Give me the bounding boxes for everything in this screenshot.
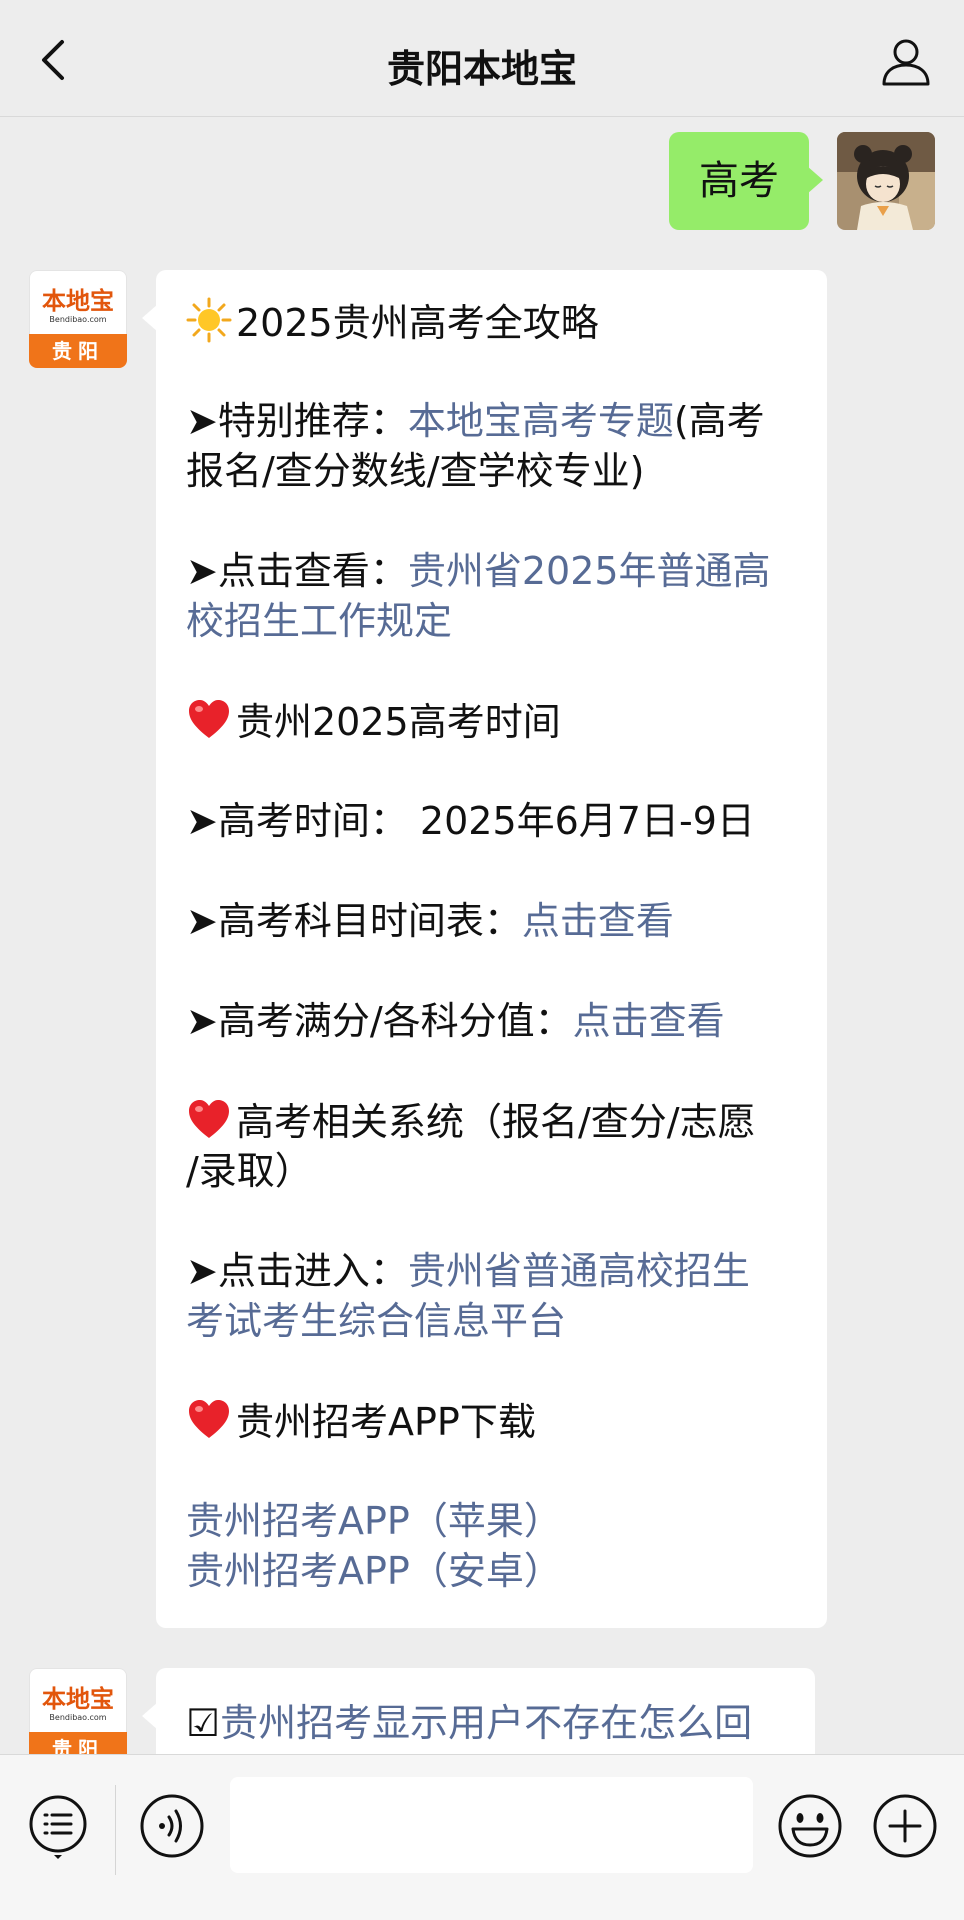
section-exam-time-text: 贵州2025高考时间 xyxy=(236,700,561,744)
avatar-logo-text: 本地宝 xyxy=(42,1684,114,1713)
enter-line: ➤点击进入：贵州省普通高校招生 xyxy=(186,1246,750,1296)
message2-line: ☑贵州招考显示用户不存在怎么回 xyxy=(186,1698,752,1748)
score-prefix: ➤高考满分/各科分值： xyxy=(186,999,573,1043)
app-ios-link[interactable]: 贵州招考APP（苹果） xyxy=(186,1496,562,1546)
input-bar xyxy=(0,1754,964,1920)
view-line: ➤点击查看：贵州省2025年普通高 xyxy=(186,546,771,596)
smiley-icon[interactable] xyxy=(777,1793,843,1859)
user-not-exist-link[interactable]: 贵州招考显示用户不存在怎么回 xyxy=(220,1701,752,1745)
outgoing-message-bubble[interactable]: 高考 xyxy=(669,132,823,230)
heart-emoji-icon xyxy=(189,1400,229,1438)
plus-icon[interactable] xyxy=(872,1793,938,1859)
section-systems-cont: /录取） xyxy=(186,1149,313,1193)
section-app-text: 贵州招考APP下载 xyxy=(236,1400,536,1444)
voice-icon[interactable] xyxy=(139,1793,205,1859)
bot-avatar[interactable]: 本地宝 Bendibao.com 贵阳 xyxy=(29,1668,127,1766)
special-topic-link[interactable]: 本地宝高考专题 xyxy=(408,399,674,443)
platform-link-cont[interactable]: 考试考生综合信息平台 xyxy=(186,1296,566,1346)
regulation-link[interactable]: 贵州省2025年普通高 xyxy=(408,549,771,593)
recommend-line-2: 报名/查分数线/查学校专业) xyxy=(186,449,645,493)
list-icon[interactable] xyxy=(25,1793,91,1859)
person-icon[interactable] xyxy=(878,34,934,90)
bot-avatar[interactable]: 本地宝 Bendibao.com 贵阳 xyxy=(29,270,127,368)
avatar-logo-text: 本地宝 xyxy=(42,286,114,315)
app-android-link[interactable]: 贵州招考APP（安卓） xyxy=(186,1546,562,1596)
section-systems-text: 高考相关系统（报名/查分/志愿 xyxy=(236,1100,756,1144)
outgoing-message-text: 高考 xyxy=(699,158,779,204)
avatar-logo-url: Bendibao.com xyxy=(49,315,107,324)
section-systems: 高考相关系统（报名/查分/志愿 xyxy=(186,1096,756,1147)
chat-title: 贵阳本地宝 xyxy=(386,47,577,91)
user-avatar-image xyxy=(837,132,935,230)
incoming-message-bubble[interactable]: 2025贵州高考全攻略 ➤特别推荐：本地宝高考专题(高考 报名/查分数线/查学校… xyxy=(142,270,827,1628)
schedule-prefix: ➤高考科目时间表： xyxy=(186,899,522,943)
regulation-link-cont[interactable]: 校招生工作规定 xyxy=(186,596,452,646)
user-avatar[interactable] xyxy=(837,132,935,230)
message-title: 2025贵州高考全攻略 xyxy=(236,301,599,345)
avatar-logo-url: Bendibao.com xyxy=(49,1713,107,1722)
view-prefix: ➤点击查看： xyxy=(186,549,408,593)
checkbox-icon: ☑ xyxy=(186,1701,221,1745)
sun-emoji-icon xyxy=(186,297,232,343)
exam-time-line: ➤高考时间： 2025年6月7日-9日 xyxy=(186,799,755,843)
enter-prefix: ➤点击进入： xyxy=(186,1249,408,1293)
recommend-line: ➤特别推荐：本地宝高考专题(高考 xyxy=(186,396,765,446)
input-bar-divider xyxy=(115,1785,116,1875)
score-link[interactable]: 点击查看 xyxy=(573,999,725,1043)
recommend-prefix: ➤特别推荐： xyxy=(186,399,408,443)
heart-emoji-icon xyxy=(189,1100,229,1138)
recommend-suffix: (高考 xyxy=(673,399,765,443)
section-exam-time: 贵州2025高考时间 xyxy=(186,696,561,747)
schedule-link[interactable]: 点击查看 xyxy=(522,899,674,943)
message-input[interactable] xyxy=(230,1777,753,1873)
message-title-line: 2025贵州高考全攻略 xyxy=(186,297,599,348)
section-app: 贵州招考APP下载 xyxy=(186,1396,536,1447)
heart-emoji-icon xyxy=(189,700,229,738)
platform-link[interactable]: 贵州省普通高校招生 xyxy=(408,1249,750,1293)
chat-header: 贵阳本地宝 xyxy=(0,0,964,117)
avatar-city: 贵阳 xyxy=(29,334,127,368)
score-line: ➤高考满分/各科分值：点击查看 xyxy=(186,996,725,1046)
schedule-line: ➤高考科目时间表：点击查看 xyxy=(186,896,674,946)
